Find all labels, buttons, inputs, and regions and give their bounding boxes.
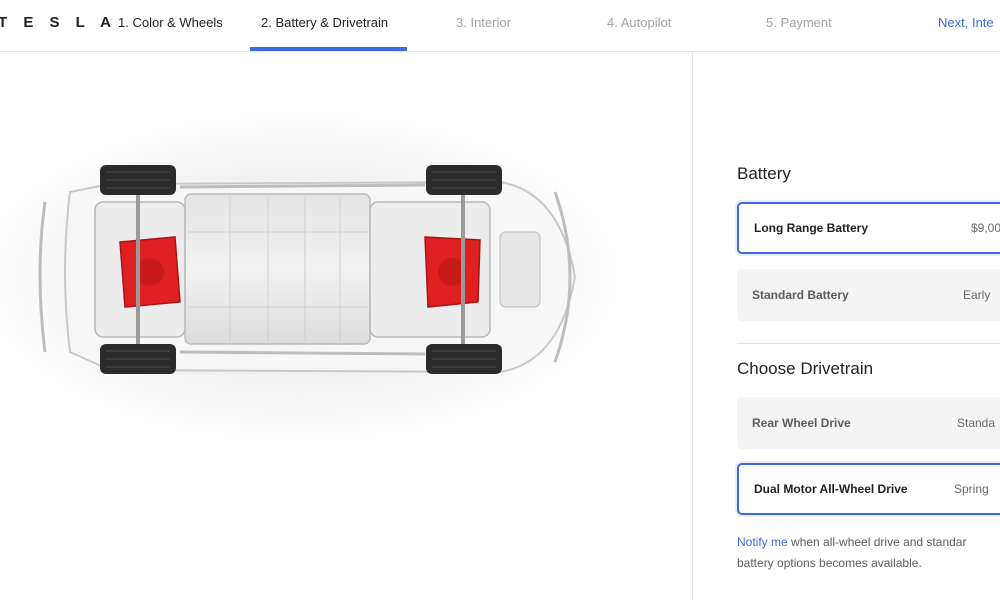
step-payment[interactable]: 5. Payment xyxy=(766,15,832,30)
step-autopilot[interactable]: 4. Autopilot xyxy=(607,15,671,30)
step-interior[interactable]: 3. Interior xyxy=(456,15,511,30)
option-dual-motor-awd[interactable]: Dual Motor All-Wheel Drive Spring xyxy=(737,463,1000,515)
section-divider xyxy=(737,343,1000,344)
option-label: Long Range Battery xyxy=(754,221,869,235)
option-price: $9,00 xyxy=(971,221,1000,235)
option-standard-battery[interactable]: Standard Battery Early xyxy=(737,269,1000,321)
note-text-line2: battery options becomes available. xyxy=(737,556,922,570)
active-step-indicator xyxy=(250,47,407,51)
tesla-logo[interactable]: T E S L A xyxy=(0,14,117,31)
availability-note: Notify me when all-wheel drive and stand… xyxy=(737,532,1000,574)
car-chassis-image xyxy=(0,107,630,447)
option-label: Dual Motor All-Wheel Drive xyxy=(754,482,908,496)
next-step-link[interactable]: Next, Inte xyxy=(938,15,994,30)
step-color-wheels[interactable]: 1. Color & Wheels xyxy=(118,15,223,30)
option-rear-wheel-drive[interactable]: Rear Wheel Drive Standa xyxy=(737,397,1000,449)
option-price: Spring xyxy=(954,482,989,496)
drivetrain-heading: Choose Drivetrain xyxy=(737,359,874,378)
car-image-area xyxy=(0,52,692,600)
option-label: Rear Wheel Drive xyxy=(752,416,851,430)
panel-divider xyxy=(692,52,693,600)
step-battery-drivetrain[interactable]: 2. Battery & Drivetrain xyxy=(261,15,388,30)
option-label: Standard Battery xyxy=(752,288,849,302)
option-long-range-battery[interactable]: Long Range Battery $9,00 xyxy=(737,202,1000,254)
option-price: Early xyxy=(963,288,991,302)
top-navigation: T E S L A 1. Color & Wheels 2. Battery &… xyxy=(0,0,1000,52)
option-price: Standa xyxy=(957,416,996,430)
battery-heading: Battery xyxy=(737,164,791,183)
note-text-line1: when all-wheel drive and standar xyxy=(787,535,967,549)
notify-me-link[interactable]: Notify me xyxy=(737,535,788,549)
